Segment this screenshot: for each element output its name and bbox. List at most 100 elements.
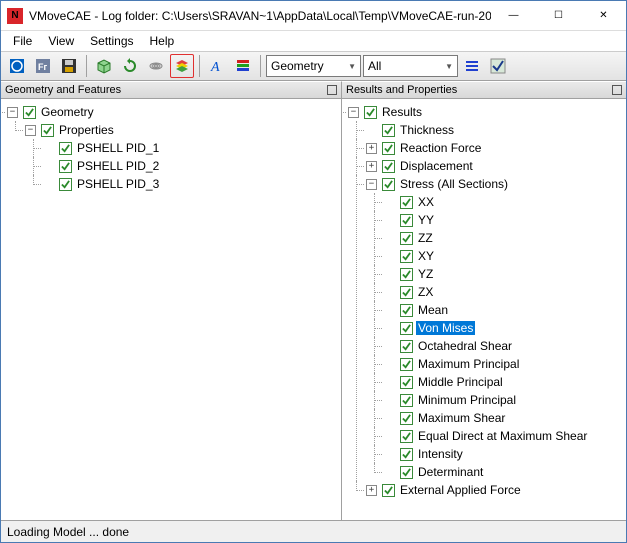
tree-node-results[interactable]: Results — [380, 105, 424, 119]
expander-icon[interactable]: + — [366, 143, 377, 154]
tool-save-icon[interactable] — [57, 54, 81, 78]
checkbox-icon[interactable] — [400, 358, 413, 371]
svg-text:Fг: Fг — [38, 62, 47, 72]
checkbox-icon[interactable] — [59, 142, 72, 155]
checkbox-icon[interactable] — [364, 106, 377, 119]
tree-node-stress-item[interactable]: YZ — [416, 267, 435, 281]
combo-filter-label: All — [368, 59, 381, 73]
right-panel-header: Results and Properties — [341, 81, 626, 99]
tool-layers-icon[interactable] — [170, 54, 194, 78]
tree-node-properties[interactable]: Properties — [57, 123, 116, 137]
close-button[interactable]: ✕ — [581, 1, 626, 31]
checkbox-icon[interactable] — [400, 448, 413, 461]
checkbox-icon[interactable] — [400, 304, 413, 317]
checkbox-icon[interactable] — [400, 250, 413, 263]
left-panel-header: Geometry and Features — [1, 81, 341, 99]
expander-icon[interactable]: + — [366, 161, 377, 172]
checkbox-icon[interactable] — [400, 232, 413, 245]
combo-geometry[interactable]: Geometry ▼ — [266, 55, 361, 77]
tree-node-stress-item[interactable]: Minimum Principal — [416, 393, 518, 407]
chevron-down-icon: ▼ — [348, 62, 356, 71]
tree-node-stress-item[interactable]: Intensity — [416, 447, 465, 461]
menu-view[interactable]: View — [40, 32, 82, 50]
menu-help[interactable]: Help — [142, 32, 183, 50]
tool-open-icon[interactable] — [5, 54, 29, 78]
tree-node-displacement[interactable]: Displacement — [398, 159, 475, 173]
panel-toggle-icon[interactable] — [612, 85, 622, 95]
checkbox-icon[interactable] — [400, 394, 413, 407]
tool-palette-icon[interactable] — [231, 54, 255, 78]
tree-node-stress-item[interactable]: XX — [416, 195, 436, 209]
checkbox-icon[interactable] — [59, 160, 72, 173]
tool-list-icon[interactable] — [460, 54, 484, 78]
tool-refresh-icon[interactable] — [118, 54, 142, 78]
tree-node-stress-item[interactable]: Mean — [416, 303, 450, 317]
checkbox-icon[interactable] — [400, 412, 413, 425]
tool-text-icon[interactable]: A — [205, 54, 229, 78]
left-panel-title: Geometry and Features — [5, 84, 121, 96]
menu-settings[interactable]: Settings — [82, 32, 141, 50]
checkbox-icon[interactable] — [400, 376, 413, 389]
tree-node-stress-item[interactable]: Middle Principal — [416, 375, 505, 389]
tree-node-stress-item[interactable]: Maximum Shear — [416, 411, 507, 425]
results-tree[interactable]: − Results Thickness + Reaction Force + Displac… — [344, 103, 624, 499]
app-icon: N — [7, 8, 23, 24]
status-text: Loading Model ... done — [7, 525, 129, 539]
tool-box-icon[interactable] — [92, 54, 116, 78]
tree-node-stress-item[interactable]: YY — [416, 213, 436, 227]
tree-node-thickness[interactable]: Thickness — [398, 123, 456, 137]
tree-node-item[interactable]: PSHELL PID_3 — [75, 177, 161, 191]
expander-icon[interactable]: − — [348, 107, 359, 118]
checkbox-icon[interactable] — [41, 124, 54, 137]
tree-node-external[interactable]: External Applied Force — [398, 483, 523, 497]
window-title: VMoveCAE - Log folder: C:\Users\SRAVAN~1… — [29, 9, 491, 23]
chevron-down-icon: ▼ — [445, 62, 453, 71]
right-panel-title: Results and Properties — [346, 84, 457, 96]
tree-node-stress-item[interactable]: XY — [416, 249, 436, 263]
toolbar: Fг A Geometry ▼ All ▼ — [1, 51, 626, 81]
tree-node-stress-item[interactable]: Octahedral Shear — [416, 339, 514, 353]
checkbox-icon[interactable] — [400, 340, 413, 353]
tool-check-icon[interactable] — [486, 54, 510, 78]
tree-node-stress-item[interactable]: Determinant — [416, 465, 485, 479]
tree-node-item[interactable]: PSHELL PID_1 — [75, 141, 161, 155]
maximize-button[interactable]: ☐ — [536, 1, 581, 31]
menu-bar: File View Settings Help — [1, 31, 626, 51]
checkbox-icon[interactable] — [382, 178, 395, 191]
combo-filter[interactable]: All ▼ — [363, 55, 458, 77]
tree-node-stress-item[interactable]: Equal Direct at Maximum Shear — [416, 429, 589, 443]
checkbox-icon[interactable] — [400, 322, 413, 335]
minimize-button[interactable]: — — [491, 1, 536, 31]
checkbox-icon[interactable] — [400, 466, 413, 479]
menu-file[interactable]: File — [5, 32, 40, 50]
geometry-tree[interactable]: −Geometry−PropertiesPSHELL PID_1PSHELL P… — [3, 103, 339, 193]
tree-node-item[interactable]: PSHELL PID_2 — [75, 159, 161, 173]
expander-icon[interactable]: − — [366, 179, 377, 190]
checkbox-icon[interactable] — [59, 178, 72, 191]
checkbox-icon[interactable] — [23, 106, 36, 119]
expander-icon[interactable]: + — [366, 485, 377, 496]
combo-geometry-label: Geometry — [271, 59, 324, 73]
checkbox-icon[interactable] — [400, 214, 413, 227]
tree-node-stress-item[interactable]: ZX — [416, 285, 435, 299]
tool-contour-icon[interactable] — [144, 54, 168, 78]
tree-node-stress[interactable]: Stress (All Sections) — [398, 177, 510, 191]
tree-node-stress-item[interactable]: ZZ — [416, 231, 435, 245]
expander-icon[interactable]: − — [25, 125, 36, 136]
checkbox-icon[interactable] — [382, 142, 395, 155]
checkbox-icon[interactable] — [382, 160, 395, 173]
checkbox-icon[interactable] — [400, 430, 413, 443]
tree-node-geometry[interactable]: Geometry — [39, 105, 96, 119]
tool-fr-icon[interactable]: Fг — [31, 54, 55, 78]
panel-toggle-icon[interactable] — [327, 85, 337, 95]
expander-icon[interactable]: − — [7, 107, 18, 118]
svg-text:A: A — [210, 60, 220, 74]
checkbox-icon[interactable] — [382, 124, 395, 137]
tree-node-stress-item[interactable]: Maximum Principal — [416, 357, 521, 371]
checkbox-icon[interactable] — [400, 286, 413, 299]
checkbox-icon[interactable] — [400, 196, 413, 209]
checkbox-icon[interactable] — [400, 268, 413, 281]
tree-node-stress-item[interactable]: Von Mises — [416, 321, 475, 335]
tree-node-reaction[interactable]: Reaction Force — [398, 141, 483, 155]
checkbox-icon[interactable] — [382, 484, 395, 497]
